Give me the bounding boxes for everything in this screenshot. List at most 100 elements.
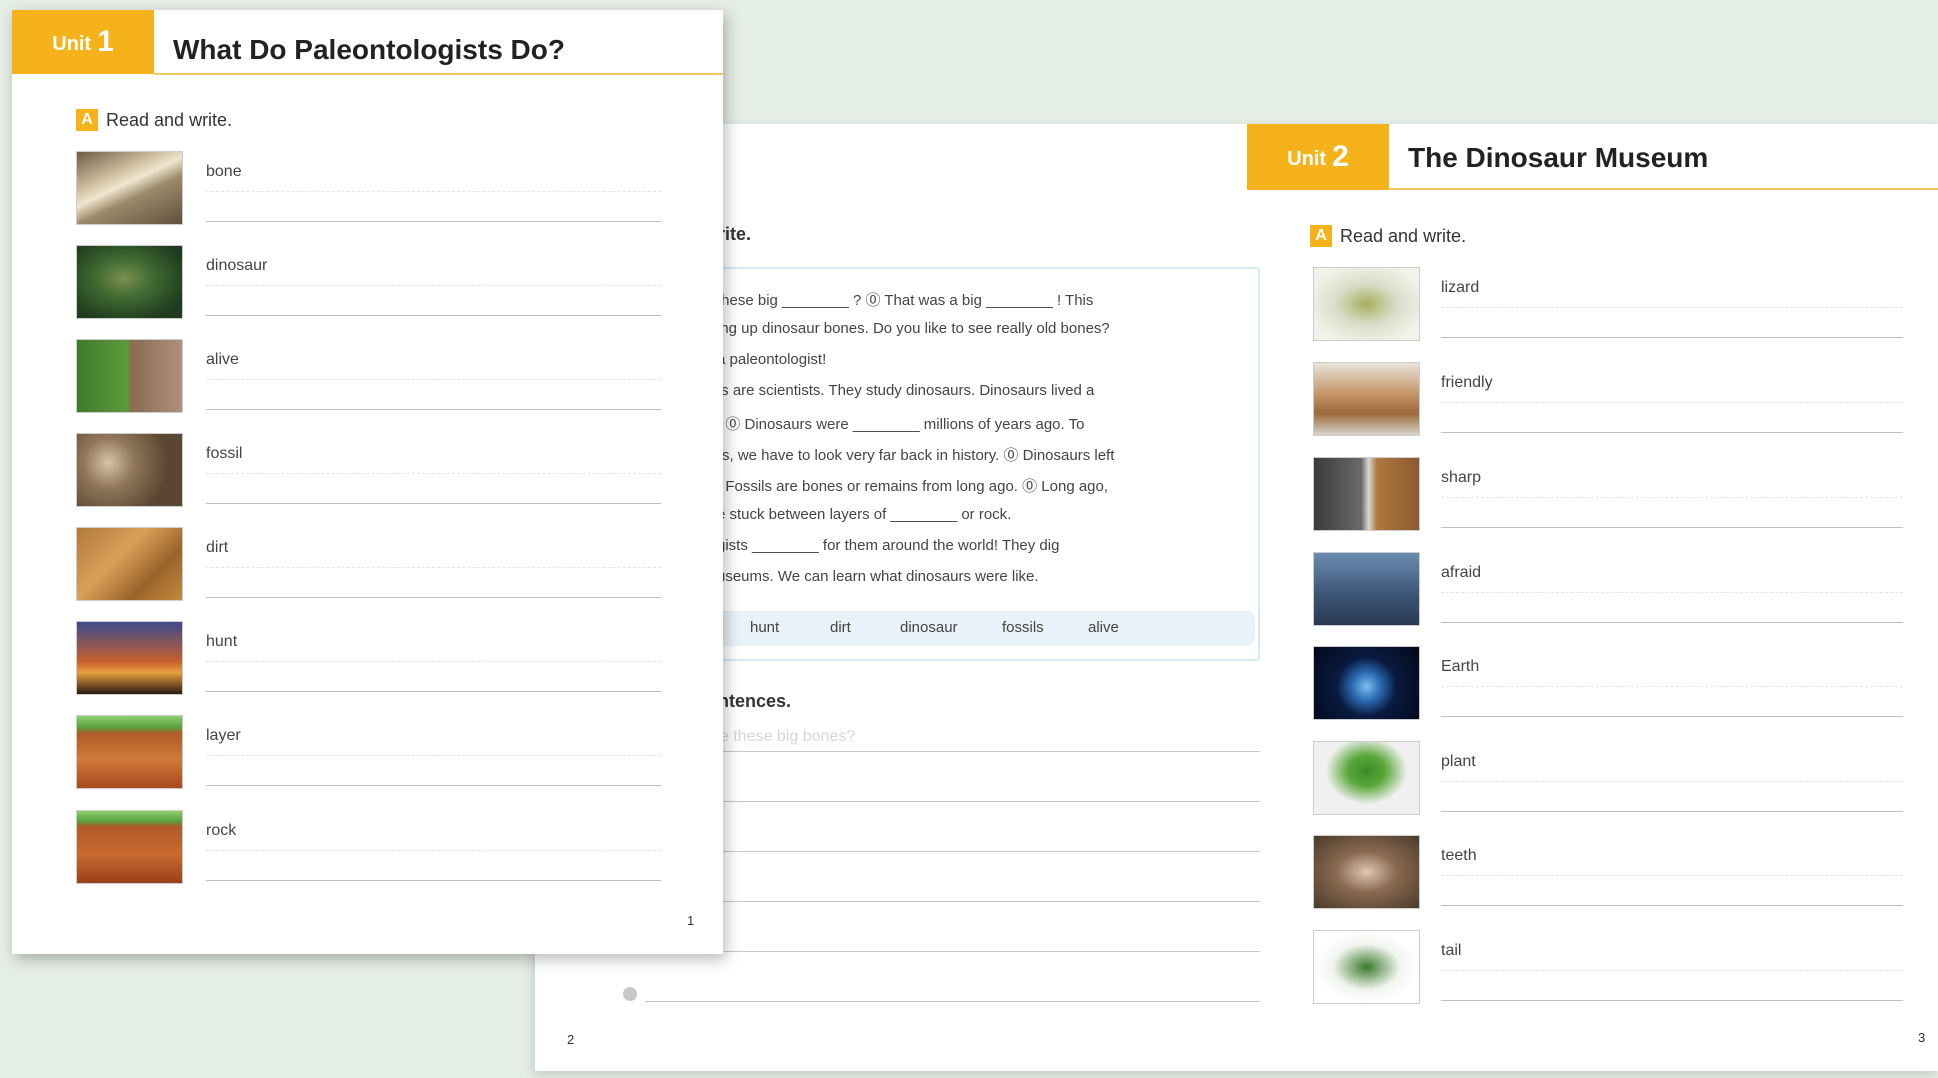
- vocab-word: tail: [1441, 942, 1462, 959]
- word-bank-item: fossils: [1002, 619, 1044, 636]
- bone-photo: [76, 151, 183, 225]
- writing-line: [1441, 905, 1903, 906]
- writing-guide: [1441, 781, 1903, 782]
- vocab-row: plant: [1313, 741, 1913, 819]
- section-a-heading: A Read and write.: [76, 109, 232, 131]
- vocab-word: fossil: [206, 445, 243, 462]
- workbook-spread: rite. these big ________ ? ⓪ That was a …: [535, 124, 1938, 1071]
- vocab-word: alive: [206, 351, 239, 368]
- vocab-row: dirt: [76, 527, 676, 605]
- vocab-row: afraid: [1313, 552, 1913, 630]
- reading-line: ts are scientists. They study dinosaurs.…: [717, 382, 1095, 399]
- writing-line: [206, 597, 661, 598]
- vocab-row: friendly: [1313, 362, 1913, 440]
- hunt-photo: [76, 621, 183, 695]
- unit-number: 2: [1332, 140, 1349, 173]
- reading-line: ing up dinosaur bones. Do you like to se…: [717, 320, 1110, 337]
- unit-title: What Do Paleontologists Do?: [173, 34, 565, 65]
- writing-line: [1441, 811, 1903, 812]
- writing-line: [206, 221, 661, 222]
- vocab-word: plant: [1441, 753, 1476, 770]
- earth-photo: [1313, 646, 1420, 720]
- vocab-word: lizard: [1441, 279, 1480, 296]
- writing-guide: [206, 850, 661, 851]
- vocab-word: friendly: [1441, 374, 1493, 391]
- reading-line: . Fossils are bones or remains from long…: [717, 478, 1109, 495]
- vocab-row: dinosaur: [76, 245, 676, 323]
- writing-guide: [1441, 970, 1903, 971]
- header-rule: [154, 73, 723, 75]
- writing-guide: [206, 567, 661, 568]
- number-circle-icon: [623, 987, 637, 1001]
- unit-label: Unit: [52, 32, 92, 55]
- writing-guide: [1441, 592, 1903, 593]
- writing-guide: [206, 285, 661, 286]
- sharp-photo: [1313, 457, 1420, 531]
- tail-photo: [1313, 930, 1420, 1004]
- vocab-row: alive: [76, 339, 676, 417]
- vocab-word: hunt: [206, 633, 238, 650]
- workbook-page-1: Unit 1 What Do Paleontologists Do? A Rea…: [12, 10, 723, 954]
- vocab-word: afraid: [1441, 564, 1482, 581]
- reading-passage: these big ________ ? ⓪ That was a big __…: [715, 267, 1260, 661]
- vocab-word: dirt: [206, 539, 229, 556]
- word-bank: hunt dirt dinosaur fossils alive: [710, 611, 1255, 646]
- unit-tab: Unit 1: [12, 10, 154, 74]
- unit-tab: Unit 2: [1247, 124, 1389, 190]
- vocab-word: sharp: [1441, 469, 1482, 486]
- reading-line: useums. We can learn what dinosaurs were…: [717, 568, 1039, 585]
- writing-guide: [206, 755, 661, 756]
- reading-line: a paleontologist!: [717, 351, 827, 368]
- vocab-row: Earth: [1313, 646, 1913, 724]
- page-number: 1: [687, 913, 695, 928]
- section-letter-badge: A: [1310, 225, 1332, 247]
- writing-line: [1441, 337, 1903, 338]
- section-a-heading: A Read and write.: [1310, 225, 1466, 247]
- reading-line: rs, we have to look very far back in his…: [717, 447, 1115, 464]
- reading-line: these big ________ ? ⓪ That was a big __…: [717, 292, 1094, 309]
- afraid-photo: [1313, 552, 1420, 626]
- sentence-line: [645, 751, 1260, 752]
- unit-label: Unit: [1287, 147, 1327, 170]
- vocab-row: teeth: [1313, 835, 1913, 913]
- section-instruction: Read and write.: [1340, 225, 1467, 246]
- writing-guide: [1441, 875, 1903, 876]
- writing-line: [206, 691, 661, 692]
- sentence-example: e these big bones?: [720, 728, 856, 745]
- vocab-word: rock: [206, 822, 237, 839]
- sentence-line: [645, 951, 1260, 952]
- sentence-line: [645, 851, 1260, 852]
- word-bank-item: hunt: [750, 619, 780, 636]
- unit-number: 1: [97, 25, 114, 58]
- writing-guide: [206, 661, 661, 662]
- vocab-word: dinosaur: [206, 257, 268, 274]
- plant-photo: [1313, 741, 1420, 815]
- writing-guide: [1441, 307, 1903, 308]
- writing-guide: [1441, 497, 1903, 498]
- reading-line: . ⓪ Dinosaurs were ________ millions of …: [717, 416, 1085, 433]
- vocab-row: fossil: [76, 433, 676, 511]
- reading-line: gists ________ for them around the world…: [717, 537, 1060, 554]
- writing-guide: [206, 473, 661, 474]
- writing-line: [1441, 716, 1903, 717]
- vocab-row: layer: [76, 715, 676, 793]
- sentence-line: [645, 1001, 1260, 1002]
- writing-guide: [206, 191, 661, 192]
- section-c-heading: ntences.: [718, 691, 792, 711]
- vocab-row: hunt: [76, 621, 676, 699]
- friendly-photo: [1313, 362, 1420, 436]
- word-bank-item: alive: [1088, 619, 1119, 636]
- section-letter-badge: A: [76, 109, 98, 131]
- page-number: 3: [1918, 1030, 1926, 1045]
- writing-line: [206, 315, 661, 316]
- vocab-word: teeth: [1441, 847, 1477, 864]
- dirt-photo: [76, 527, 183, 601]
- alive-photo: [76, 339, 183, 413]
- vocab-row: tail: [1313, 930, 1913, 1008]
- sentence-line: [645, 901, 1260, 902]
- unit-title: The Dinosaur Museum: [1408, 142, 1709, 173]
- dinosaur-photo: [76, 245, 183, 319]
- fossil-photo: [76, 433, 183, 507]
- writing-line: [1441, 527, 1903, 528]
- reading-line: e stuck between layers of ________ or ro…: [717, 506, 1012, 523]
